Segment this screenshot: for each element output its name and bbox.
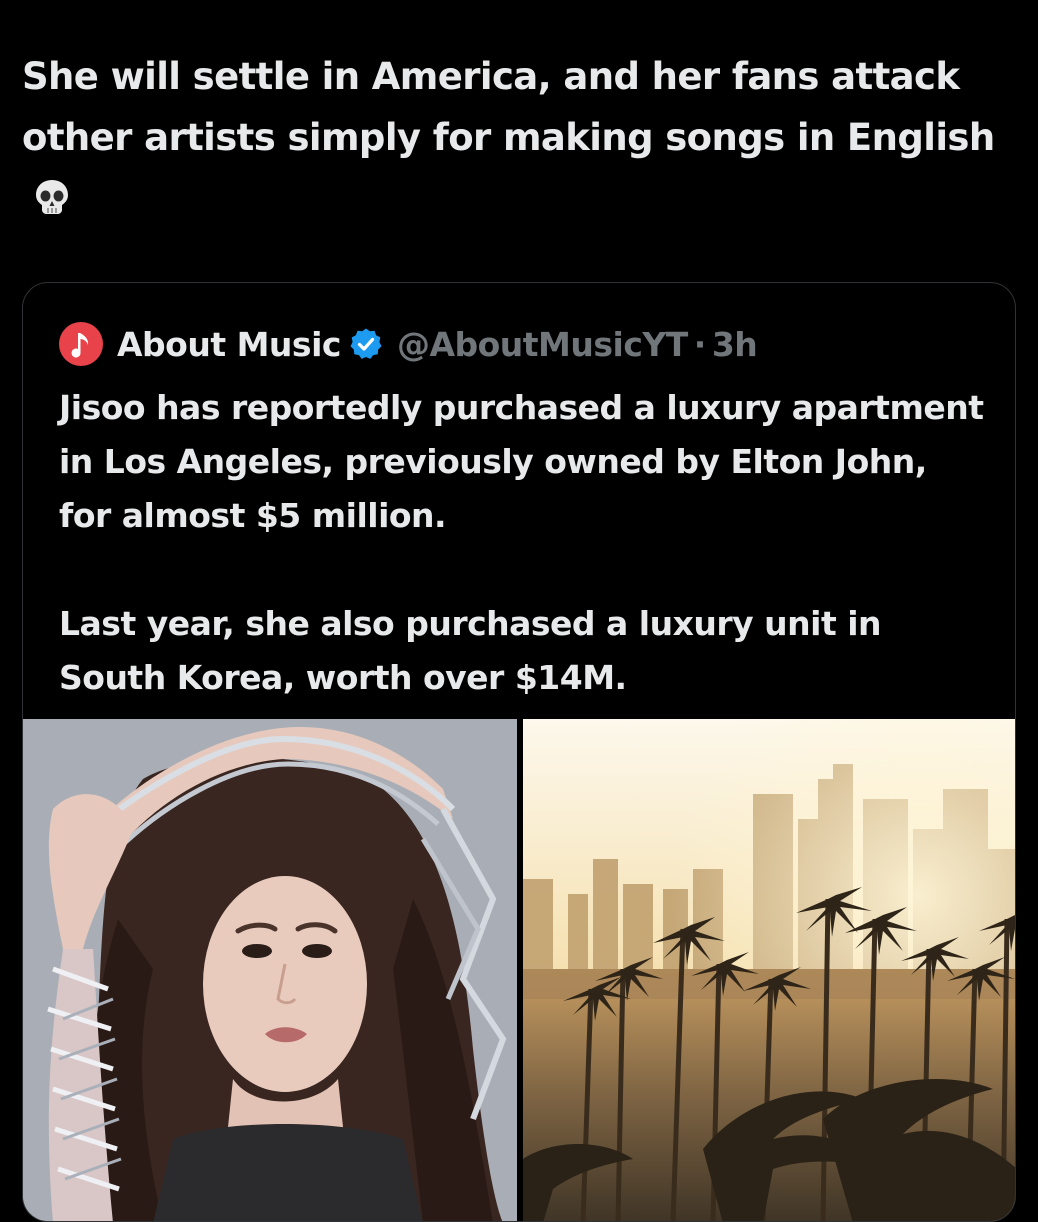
skull-emoji-icon: [36, 180, 68, 214]
quoted-tweet-card[interactable]: About Music @AboutMusicYT · 3h Jisoo has…: [22, 282, 1016, 1222]
quoted-paragraph-1: Jisoo has reportedly purchased a luxury …: [59, 388, 984, 535]
quoted-paragraph-2: Last year, she also purchased a luxury u…: [59, 604, 882, 697]
post-time[interactable]: 3h: [712, 325, 758, 364]
portrait-photo[interactable]: [23, 719, 517, 1221]
city-skyline-illustration: [523, 719, 1015, 1221]
music-note-icon: [71, 333, 89, 358]
quoted-tweet-header: About Music @AboutMusicYT · 3h: [59, 321, 758, 367]
author-avatar[interactable]: [59, 322, 103, 366]
quoted-tweet-body: Jisoo has reportedly purchased a luxury …: [59, 381, 989, 705]
separator-dot: ·: [693, 324, 707, 364]
city-photo[interactable]: [523, 719, 1015, 1221]
author-name[interactable]: About Music: [117, 325, 341, 364]
media-grid: [23, 719, 1015, 1221]
tweet-text-content: She will settle in America, and her fans…: [22, 55, 995, 159]
tweet-text: She will settle in America, and her fans…: [22, 46, 1012, 229]
verified-badge-icon: [350, 328, 382, 359]
portrait-illustration: [23, 719, 517, 1221]
author-handle[interactable]: @AboutMusicYT: [397, 325, 688, 364]
